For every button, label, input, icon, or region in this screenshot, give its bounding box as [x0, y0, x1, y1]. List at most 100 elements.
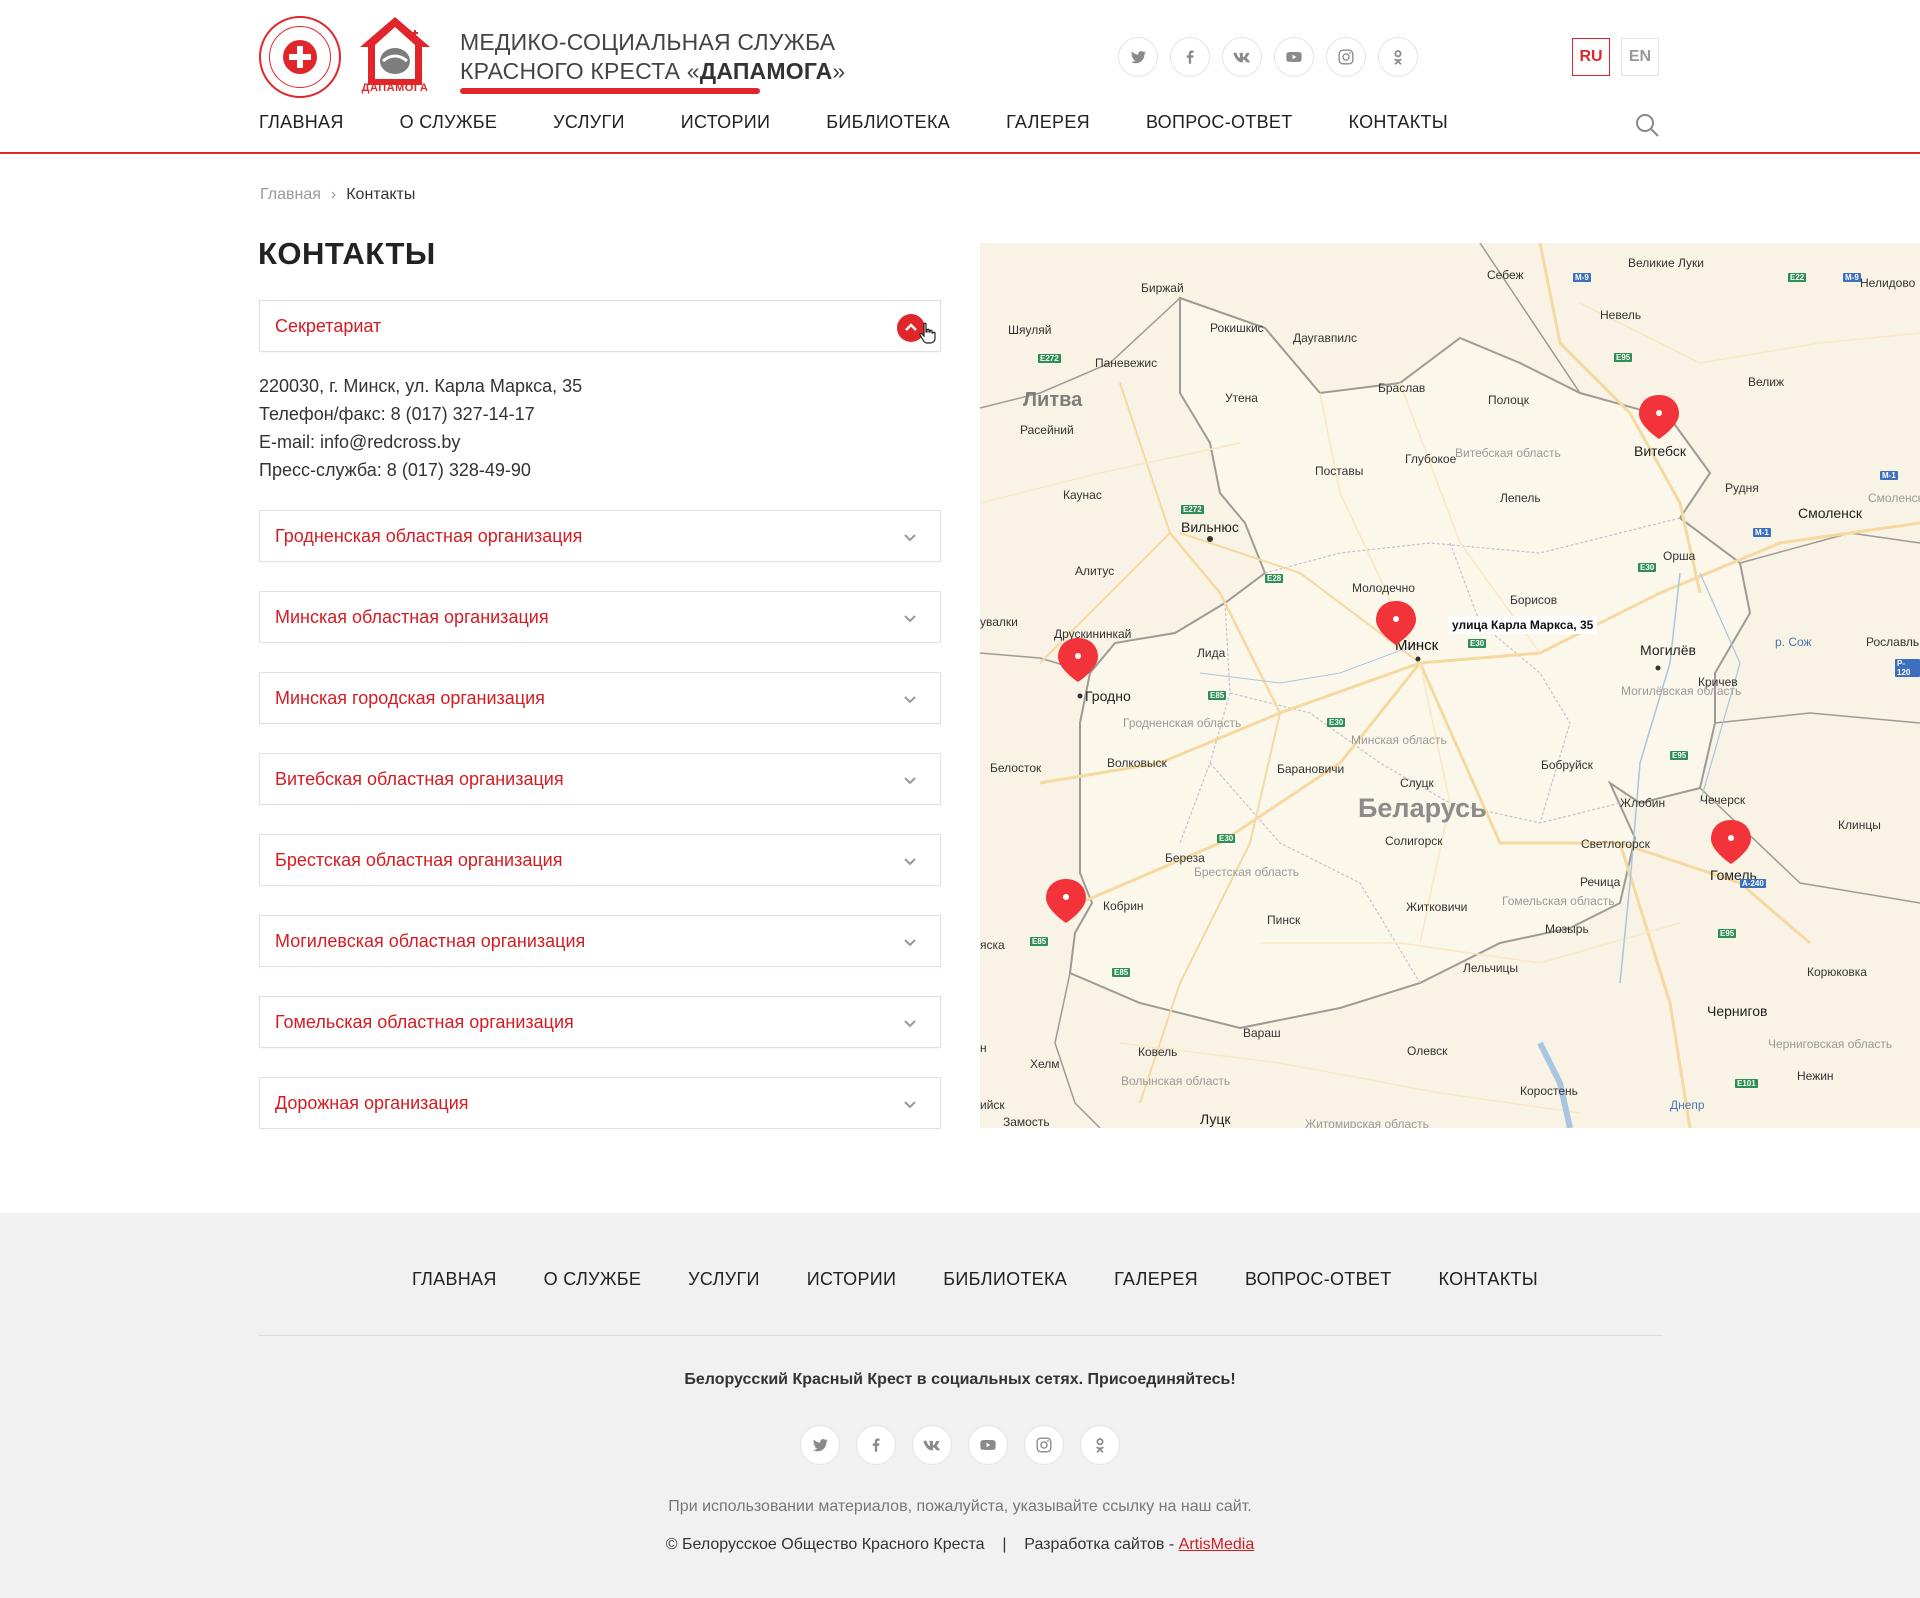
facebook-icon[interactable]	[856, 1425, 896, 1465]
vk-icon[interactable]	[1222, 37, 1262, 77]
map-region-brest: Брестская область	[1194, 865, 1300, 879]
map-city-utena: Утена	[1225, 391, 1258, 405]
map-city-vilnius: Вильнюс	[1181, 519, 1239, 535]
road-shield: M-1	[1880, 471, 1898, 480]
map-country-belarus: Беларусь	[1358, 793, 1487, 823]
footer-social-heading: Белорусский Красный Крест в социальных с…	[684, 1371, 1236, 1388]
nav-item-stories[interactable]: ИСТОРИИ	[681, 112, 771, 133]
map-city-partial-west: яска	[980, 938, 1005, 952]
map-city-soligorsk: Солигорск	[1385, 834, 1443, 848]
map-city-lida: Лида	[1197, 646, 1226, 660]
map-city-olevsk: Олевск	[1407, 1044, 1448, 1058]
map-city-borisov: Борисов	[1510, 593, 1558, 607]
road-shield: E22	[1788, 273, 1807, 282]
twitter-icon[interactable]	[1118, 37, 1158, 77]
lang-en-button[interactable]: EN	[1621, 38, 1659, 76]
lang-ru-button[interactable]: RU	[1572, 38, 1610, 76]
accordion-brest[interactable]: Брестская областная организация	[259, 834, 941, 886]
map-city-zhitkovichi: Житковичи	[1406, 900, 1468, 914]
road-shield: E28	[1265, 574, 1284, 583]
map-pin-gomel[interactable]	[1707, 818, 1755, 866]
footer-nav-gallery[interactable]: ГАЛЕРЕЯ	[1114, 1269, 1198, 1290]
footer-nav-faq[interactable]: ВОПРОС-ОТВЕТ	[1245, 1269, 1392, 1290]
instagram-icon[interactable]	[1326, 37, 1366, 77]
map-city-kovel: Ковель	[1138, 1045, 1178, 1059]
map-city-bobruisk: Бобруйск	[1541, 758, 1593, 772]
search-icon[interactable]	[1634, 112, 1660, 138]
vk-icon[interactable]	[912, 1425, 952, 1465]
map-city-helm: Хелм	[1030, 1057, 1060, 1071]
accordion-secretariat[interactable]: Секретариат	[259, 300, 941, 352]
map-city-lutsk: Луцк	[1200, 1111, 1231, 1127]
accordion-minsk-city[interactable]: Минская городская организация	[259, 672, 941, 724]
nav-item-gallery[interactable]: ГАЛЕРЕЯ	[1006, 112, 1090, 133]
map-pin-minsk[interactable]	[1372, 599, 1420, 647]
road-shield: E30	[1638, 563, 1657, 572]
breadcrumb-separator: ›	[330, 186, 337, 203]
map-pin-grodno[interactable]	[1054, 636, 1102, 684]
footer-nav: ГЛАВНАЯ О СЛУЖБЕ УСЛУГИ ИСТОРИИ БИБЛИОТЕ…	[412, 1269, 1585, 1290]
odnoklassniki-icon[interactable]	[1378, 37, 1418, 77]
accordion-gomel[interactable]: Гомельская областная организация	[259, 996, 941, 1048]
road-shield: E30	[1327, 718, 1346, 727]
site-footer: ГЛАВНАЯ О СЛУЖБЕ УСЛУГИ ИСТОРИИ БИБЛИОТЕ…	[0, 1213, 1920, 1598]
footer-note: При использовании материалов, пожалуйста…	[668, 1498, 1252, 1515]
road-shield: E95	[1614, 353, 1633, 362]
road-shield: P-120	[1895, 659, 1920, 677]
map-city-lelchitsy: Лельчицы	[1463, 961, 1519, 975]
secretariat-email[interactable]: E-mail: info@redcross.by	[259, 428, 582, 456]
road-shield: M-1	[1753, 528, 1771, 537]
developer-prefix: Разработка сайтов -	[1024, 1536, 1175, 1553]
map-city-bereza: Береза	[1165, 851, 1205, 865]
footer-nav-stories[interactable]: ИСТОРИИ	[807, 1269, 897, 1290]
road-shield: E95	[1670, 751, 1689, 760]
secretariat-address: 220030, г. Минск, ул. Карла Маркса, 35	[259, 376, 583, 396]
accordion-label: Минская областная организация	[275, 607, 549, 627]
footer-nav-services[interactable]: УСЛУГИ	[688, 1269, 760, 1290]
accordion-railway[interactable]: Дорожная организация	[259, 1077, 941, 1129]
nav-item-contacts[interactable]: КОНТАКТЫ	[1349, 112, 1449, 133]
chevron-down-icon	[904, 1020, 916, 1028]
nav-item-about[interactable]: О СЛУЖБЕ	[400, 112, 498, 133]
brand-underline	[460, 88, 760, 94]
map-city-glubokoe: Глубокое	[1405, 452, 1457, 466]
footer-nav-contacts[interactable]: КОНТАКТЫ	[1439, 1269, 1539, 1290]
footer-nav-home[interactable]: ГЛАВНАЯ	[412, 1269, 497, 1290]
twitter-icon[interactable]	[800, 1425, 840, 1465]
footer-nav-about[interactable]: О СЛУЖБЕ	[544, 1269, 642, 1290]
accordion-label: Гродненская областная организация	[275, 526, 583, 546]
site-header: ДАПАМОГА МЕДИКО-СОЦИАЛЬНАЯ СЛУЖБА КРАСНО…	[0, 0, 1920, 154]
map-city-pinsk: Пинск	[1267, 913, 1301, 927]
red-cross-logo[interactable]	[259, 16, 341, 98]
contacts-map[interactable]: Биржай Себеж Великие Луки Нелидово Шяуля…	[980, 243, 1920, 1128]
copyright-divider: |	[1002, 1536, 1007, 1553]
road-shield: E95	[1718, 929, 1737, 938]
map-pin-vitebsk[interactable]	[1635, 393, 1683, 441]
map-city-nelidovo: Нелидово	[1860, 276, 1916, 290]
facebook-icon[interactable]	[1170, 37, 1210, 77]
accordion-mogilev[interactable]: Могилевская областная организация	[259, 915, 941, 967]
youtube-icon[interactable]	[1274, 37, 1314, 77]
map-city-suvalki: увалки	[980, 615, 1018, 629]
odnoklassniki-icon[interactable]	[1080, 1425, 1120, 1465]
accordion-grodno[interactable]: Гродненская областная организация	[259, 510, 941, 562]
footer-nav-library[interactable]: БИБЛИОТЕКА	[943, 1269, 1067, 1290]
developer-link[interactable]: ArtisMedia	[1179, 1536, 1255, 1553]
map-region-smolensk: Смоленская	[1868, 491, 1920, 505]
accordion-vitebsk[interactable]: Витебская областная организация	[259, 753, 941, 805]
accordion-label: Минская городская организация	[275, 688, 545, 708]
instagram-icon[interactable]	[1024, 1425, 1064, 1465]
nav-item-faq[interactable]: ВОПРОС-ОТВЕТ	[1146, 112, 1293, 133]
nav-item-library[interactable]: БИБЛИОТЕКА	[826, 112, 950, 133]
breadcrumb-home-link[interactable]: Главная	[260, 186, 321, 204]
page-title: КОНТАКТЫ	[258, 236, 436, 271]
nav-item-home[interactable]: ГЛАВНАЯ	[259, 112, 344, 133]
accordion-minsk-region[interactable]: Минская областная организация	[259, 591, 941, 643]
map-pin-brest[interactable]	[1042, 877, 1090, 925]
nav-item-services[interactable]: УСЛУГИ	[553, 112, 625, 133]
breadcrumb: Главная › Контакты	[260, 186, 415, 204]
road-shield: E85	[1030, 937, 1049, 946]
map-city-rokiskis: Рокишкис	[1210, 321, 1264, 335]
map-pin-label: улица Карла Маркса, 35	[1448, 616, 1598, 634]
youtube-icon[interactable]	[968, 1425, 1008, 1465]
